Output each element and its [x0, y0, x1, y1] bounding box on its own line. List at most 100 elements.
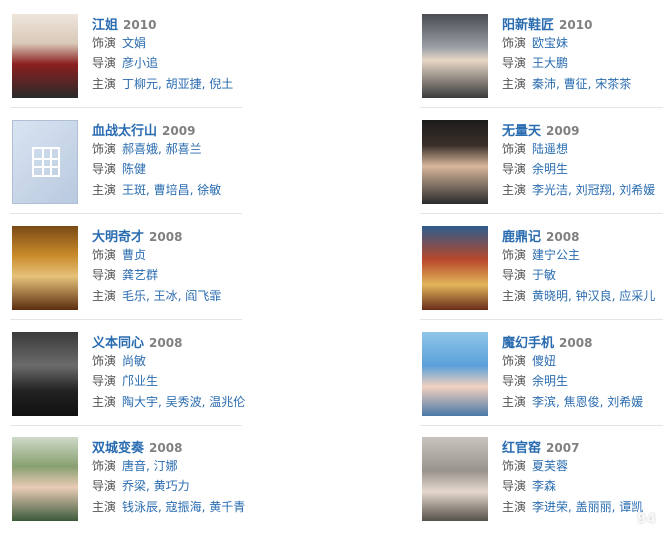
film-poster[interactable] [422, 226, 488, 310]
cast-row: 主演 钱泳辰, 寇振海, 黄千青 [92, 498, 245, 515]
role-value[interactable]: 郝喜娥, 郝喜兰 [122, 142, 202, 156]
film-title-link[interactable]: 阳新鞋匠 [502, 18, 554, 33]
director-value[interactable]: 乔梁, 黄巧力 [122, 479, 190, 493]
director-label: 导演 [502, 162, 527, 176]
cast-value[interactable]: 陶大宇, 吴秀波, 温兆伦 [122, 395, 245, 409]
film-card: 无量天 2009 饰演 陆遥想 导演 余明生 主演 李光洁, 刘冠翔, 刘希媛 [422, 120, 663, 226]
cast-value[interactable]: 秦沛, 曹征, 宋茶茶 [532, 77, 631, 91]
director-label: 导演 [502, 56, 527, 70]
role-label: 饰演 [502, 354, 527, 368]
film-title-link[interactable]: 红官窑 [502, 441, 541, 456]
film-title-link[interactable]: 血战太行山 [92, 124, 157, 139]
role-row: 饰演 郝喜娥, 郝喜兰 [92, 140, 202, 157]
film-poster[interactable] [422, 332, 488, 416]
director-value[interactable]: 彦小追 [122, 56, 158, 70]
director-value[interactable]: 李森 [532, 479, 556, 493]
cast-value[interactable]: 毛乐, 王冰, 阎飞霏 [122, 289, 221, 303]
director-value[interactable]: 陈健 [122, 162, 146, 176]
film-poster[interactable] [12, 14, 78, 98]
film-poster[interactable] [422, 14, 488, 98]
title-line: 义本同心 2008 [92, 332, 182, 351]
role-value[interactable]: 建宁公主 [532, 248, 580, 262]
director-value[interactable]: 余明生 [532, 374, 568, 388]
film-title-link[interactable]: 大明奇才 [92, 230, 144, 245]
film-card: 魔幻手机 2008 饰演 傻妞 导演 余明生 主演 李滨, 焦恩俊, 刘希媛 [422, 332, 663, 438]
film-title-link[interactable]: 江姐 [92, 18, 118, 33]
film-poster[interactable] [422, 120, 488, 204]
title-line: 双城变奏 2008 [92, 437, 182, 456]
director-row: 导演 李森 [502, 477, 556, 494]
film-title-link[interactable]: 无量天 [502, 124, 541, 139]
cast-label: 主演 [502, 183, 527, 197]
film-card: 鹿鼎记 2008 饰演 建宁公主 导演 于敏 主演 黄晓明, 钟汉良, 应采儿 [422, 226, 663, 332]
cast-label: 主演 [92, 77, 117, 91]
poster-image [422, 120, 488, 204]
film-year: 2009 [546, 124, 580, 138]
cast-value[interactable]: 李进荣, 盖丽丽, 谭凯 [532, 500, 643, 514]
role-value[interactable]: 尚敏 [122, 354, 146, 368]
cast-value[interactable]: 李滨, 焦恩俊, 刘希媛 [532, 395, 643, 409]
director-value[interactable]: 王大鹏 [532, 56, 568, 70]
poster-placeholder[interactable] [12, 120, 78, 204]
cast-row: 主演 丁柳元, 胡亚捷, 倪土 [92, 75, 233, 92]
role-label: 饰演 [92, 248, 117, 262]
poster-image [12, 14, 78, 98]
director-row: 导演 陈健 [92, 160, 146, 177]
role-label: 饰演 [92, 459, 117, 473]
film-poster[interactable] [12, 226, 78, 310]
filmography-grid: 江姐 2010 饰演 文娟 导演 彦小追 主演 丁柳元, 胡亚捷, 倪土 阳新鞋匠 2010 饰演欧… [0, 0, 663, 529]
role-row: 饰演 陆遥想 [502, 140, 568, 157]
film-poster[interactable] [12, 437, 78, 521]
cast-value[interactable]: 李光洁, 刘冠翔, 刘希媛 [532, 183, 655, 197]
director-value[interactable]: 余明生 [532, 162, 568, 176]
role-label: 饰演 [502, 36, 527, 50]
film-poster[interactable] [12, 332, 78, 416]
cast-value[interactable]: 黄晓明, 钟汉良, 应采儿 [532, 289, 655, 303]
director-row: 导演 余明生 [502, 160, 568, 177]
film-year: 2007 [546, 441, 580, 455]
cast-label: 主演 [502, 77, 527, 91]
role-label: 饰演 [92, 36, 117, 50]
director-label: 导演 [502, 268, 527, 282]
film-title-link[interactable]: 鹿鼎记 [502, 230, 541, 245]
title-line: 阳新鞋匠 2010 [502, 14, 592, 33]
film-title-link[interactable]: 义本同心 [92, 336, 144, 351]
role-value[interactable]: 陆遥想 [532, 142, 568, 156]
director-row: 导演 彦小追 [92, 54, 158, 71]
role-value[interactable]: 曹贞 [122, 248, 146, 262]
director-value[interactable]: 邝业生 [122, 374, 158, 388]
cast-label: 主演 [92, 500, 117, 514]
film-card: 双城变奏 2008 饰演 唐音, 汀娜 导演 乔梁, 黄巧力 主演 钱泳辰, 寇振海, 黄千青 [12, 437, 262, 543]
cast-label: 主演 [92, 395, 117, 409]
director-value[interactable]: 于敏 [532, 268, 556, 282]
title-line: 魔幻手机 2008 [502, 332, 592, 351]
role-value[interactable]: 欧宝妹 [532, 36, 568, 50]
title-line: 江姐 2010 [92, 14, 156, 33]
film-title-link[interactable]: 双城变奏 [92, 441, 144, 456]
role-value[interactable]: 傻妞 [532, 354, 556, 368]
film-year: 2008 [546, 230, 580, 244]
director-value[interactable]: 龚艺群 [122, 268, 158, 282]
role-value[interactable]: 夏芙蓉 [532, 459, 568, 473]
role-value[interactable]: 唐音, 汀娜 [122, 459, 178, 473]
poster-image [12, 332, 78, 416]
film-poster[interactable] [422, 437, 488, 521]
role-label: 饰演 [502, 459, 527, 473]
film-title-link[interactable]: 魔幻手机 [502, 336, 554, 351]
film-card: 大明奇才 2008 饰演 曹贞 导演 龚艺群 主演 毛乐, 王冰, 阎飞霏 [12, 226, 262, 332]
film-year: 2010 [123, 18, 157, 32]
title-line: 红官窑 2007 [502, 437, 579, 456]
cast-value[interactable]: 钱泳辰, 寇振海, 黄千青 [122, 500, 245, 514]
cast-label: 主演 [502, 289, 527, 303]
film-year: 2008 [559, 336, 593, 350]
director-label: 导演 [92, 479, 117, 493]
role-value[interactable]: 文娟 [122, 36, 146, 50]
role-label: 饰演 [92, 354, 117, 368]
row-divider [420, 107, 663, 108]
director-row: 导演 于敏 [502, 266, 556, 283]
director-label: 导演 [92, 268, 117, 282]
film-card: 血战太行山 2009 饰演 郝喜娥, 郝喜兰 导演 陈健 主演 王斑, 曹培昌, 徐敏 [12, 120, 262, 226]
cast-value[interactable]: 丁柳元, 胡亚捷, 倪土 [122, 77, 233, 91]
poster-image [12, 226, 78, 310]
cast-value[interactable]: 王斑, 曹培昌, 徐敏 [122, 183, 221, 197]
